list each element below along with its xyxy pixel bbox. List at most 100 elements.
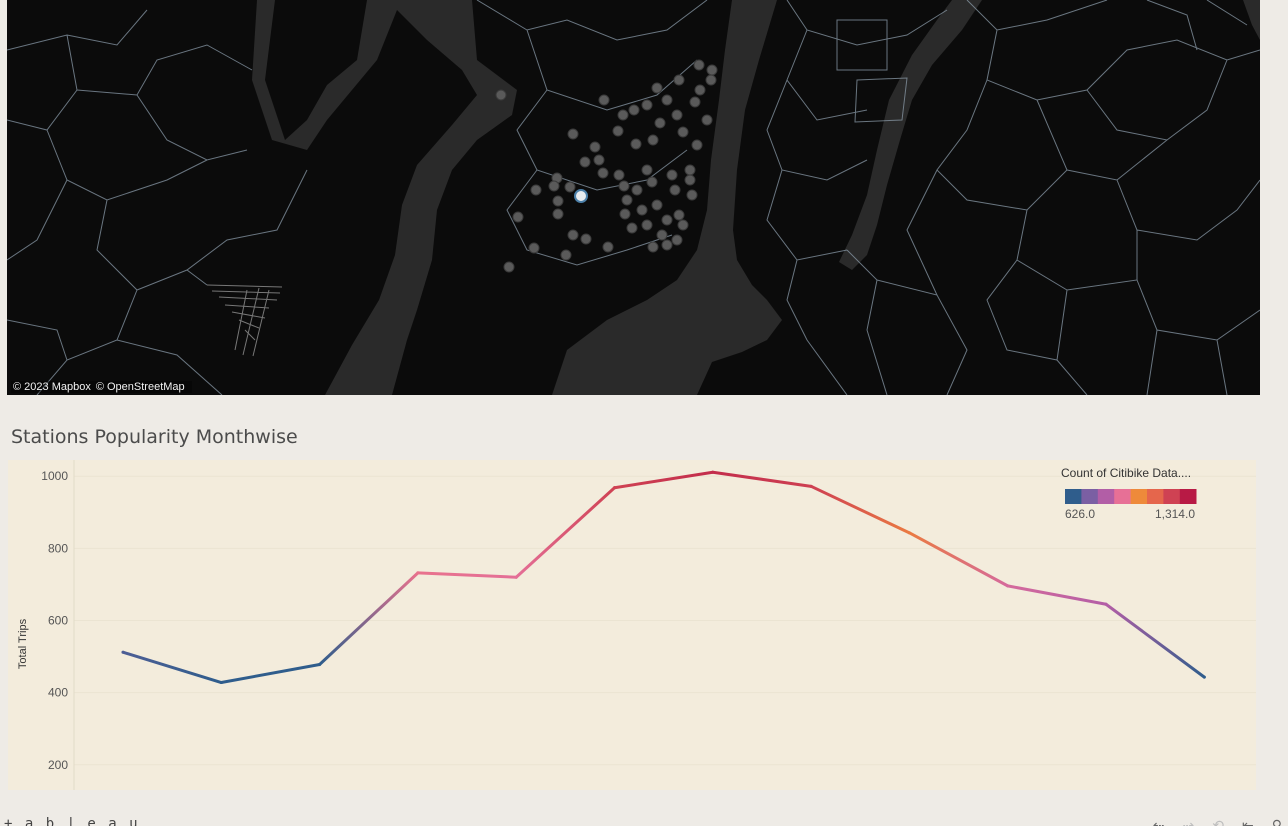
station-marker[interactable]	[564, 181, 576, 193]
station-marker[interactable]	[528, 242, 540, 254]
line-segment[interactable]	[1006, 584, 1108, 606]
station-marker[interactable]	[593, 154, 605, 166]
station-marker[interactable]	[641, 99, 653, 111]
station-marker[interactable]	[646, 176, 658, 188]
line-chart[interactable]: 200 400 600 800 1000 Total Trips Count of Ci…	[8, 460, 1256, 790]
data-point[interactable]	[416, 571, 420, 575]
station-marker[interactable]	[598, 94, 610, 106]
data-point[interactable]	[121, 650, 125, 654]
station-marker[interactable]	[686, 189, 698, 201]
station-marker[interactable]	[673, 74, 685, 86]
station-marker[interactable]	[671, 109, 683, 121]
share-icon[interactable]: ⚲	[1272, 817, 1282, 826]
station-marker[interactable]	[701, 114, 713, 126]
line-segment[interactable]	[416, 571, 518, 579]
station-marker[interactable]	[641, 164, 653, 176]
data-point[interactable]	[219, 681, 223, 685]
station-marker[interactable]	[552, 208, 564, 220]
data-point[interactable]	[318, 662, 322, 666]
undo-icon[interactable]: ⇠	[1153, 817, 1165, 826]
station-marker[interactable]	[654, 117, 666, 129]
station-marker[interactable]	[548, 180, 560, 192]
station-marker[interactable]	[512, 211, 524, 223]
station-marker[interactable]	[626, 222, 638, 234]
mapbox-attribution[interactable]: © 2023 Mapbox	[13, 381, 91, 393]
line-segment[interactable]	[907, 531, 1010, 588]
data-point[interactable]	[1006, 584, 1010, 588]
station-marker[interactable]	[656, 229, 668, 241]
reset-icon[interactable]: ⇤	[1242, 817, 1254, 826]
station-marker[interactable]	[619, 208, 631, 220]
station-marker[interactable]	[567, 128, 579, 140]
map-canvas[interactable]	[7, 0, 1260, 395]
line-segment[interactable]	[1104, 602, 1206, 679]
station-marker[interactable]	[705, 74, 717, 86]
station-marker[interactable]	[613, 169, 625, 181]
station-marker[interactable]	[580, 233, 592, 245]
line-segment[interactable]	[121, 650, 223, 685]
station-marker[interactable]	[612, 125, 624, 137]
line-segment[interactable]	[711, 470, 813, 488]
openstreetmap-attribution[interactable]: © OpenStreetMap	[96, 381, 185, 393]
station-marker[interactable]	[651, 199, 663, 211]
station-marker[interactable]	[589, 141, 601, 153]
station-marker[interactable]	[684, 174, 696, 186]
station-marker[interactable]	[673, 209, 685, 221]
map-view[interactable]: © 2023 Mapbox © OpenStreetMap	[7, 0, 1260, 395]
station-marker[interactable]	[631, 184, 643, 196]
station-marker[interactable]	[628, 104, 640, 116]
station-marker[interactable]	[618, 180, 630, 192]
revert-icon[interactable]: ⟲	[1212, 817, 1224, 826]
station-marker[interactable]	[630, 138, 642, 150]
station-marker[interactable]	[651, 82, 663, 94]
data-point[interactable]	[711, 470, 715, 474]
data-point[interactable]	[613, 486, 616, 490]
data-point[interactable]	[809, 484, 813, 488]
station-marker[interactable]	[636, 204, 648, 216]
line-segment[interactable]	[318, 571, 420, 666]
station-marker[interactable]	[694, 84, 706, 96]
station-marker[interactable]	[530, 184, 542, 196]
station-marker[interactable]	[661, 239, 673, 251]
station-marker[interactable]	[693, 59, 705, 71]
data-point[interactable]	[514, 575, 518, 579]
data-point[interactable]	[1202, 675, 1206, 679]
station-marker[interactable]	[647, 241, 659, 253]
line-series[interactable]	[121, 470, 1206, 685]
station-marker[interactable]	[579, 156, 591, 168]
station-marker[interactable]	[669, 184, 681, 196]
station-marker[interactable]	[641, 219, 653, 231]
station-marker[interactable]	[503, 261, 515, 273]
line-segment[interactable]	[514, 486, 616, 579]
station-marker[interactable]	[691, 139, 703, 151]
station-marker[interactable]	[706, 64, 718, 76]
station-marker[interactable]	[689, 96, 701, 108]
color-legend[interactable]: Count of Citibike Data.... 626.0 1,314.0	[1061, 466, 1197, 521]
station-marker[interactable]	[602, 241, 614, 253]
data-point[interactable]	[907, 531, 911, 535]
station-marker[interactable]	[684, 164, 696, 176]
station-marker[interactable]	[567, 229, 579, 241]
station-marker[interactable]	[617, 109, 629, 121]
line-segment[interactable]	[809, 484, 911, 535]
station-marker[interactable]	[661, 214, 673, 226]
station-marker[interactable]	[661, 94, 673, 106]
station-marker[interactable]	[597, 167, 609, 179]
station-marker[interactable]	[495, 89, 507, 101]
line-segment[interactable]	[219, 662, 322, 685]
selected-station-marker[interactable]	[574, 189, 588, 203]
station-marker[interactable]	[677, 126, 689, 138]
line-segment[interactable]	[613, 470, 715, 490]
station-marker[interactable]	[560, 249, 572, 261]
line-chart-panel[interactable]: 200 400 600 800 1000 Total Trips Count of Ci…	[8, 460, 1256, 790]
station-marker[interactable]	[666, 169, 678, 181]
map-attribution[interactable]: © 2023 Mapbox © OpenStreetMap	[11, 381, 192, 393]
station-marker[interactable]	[647, 134, 659, 146]
station-marker[interactable]	[677, 219, 689, 231]
station-markers[interactable]	[495, 59, 718, 273]
redo-icon[interactable]: ⇢	[1183, 817, 1195, 826]
station-marker[interactable]	[552, 195, 564, 207]
station-marker[interactable]	[671, 234, 683, 246]
data-point[interactable]	[1104, 602, 1108, 606]
tableau-logo[interactable]: + a b | e a u	[4, 816, 140, 826]
